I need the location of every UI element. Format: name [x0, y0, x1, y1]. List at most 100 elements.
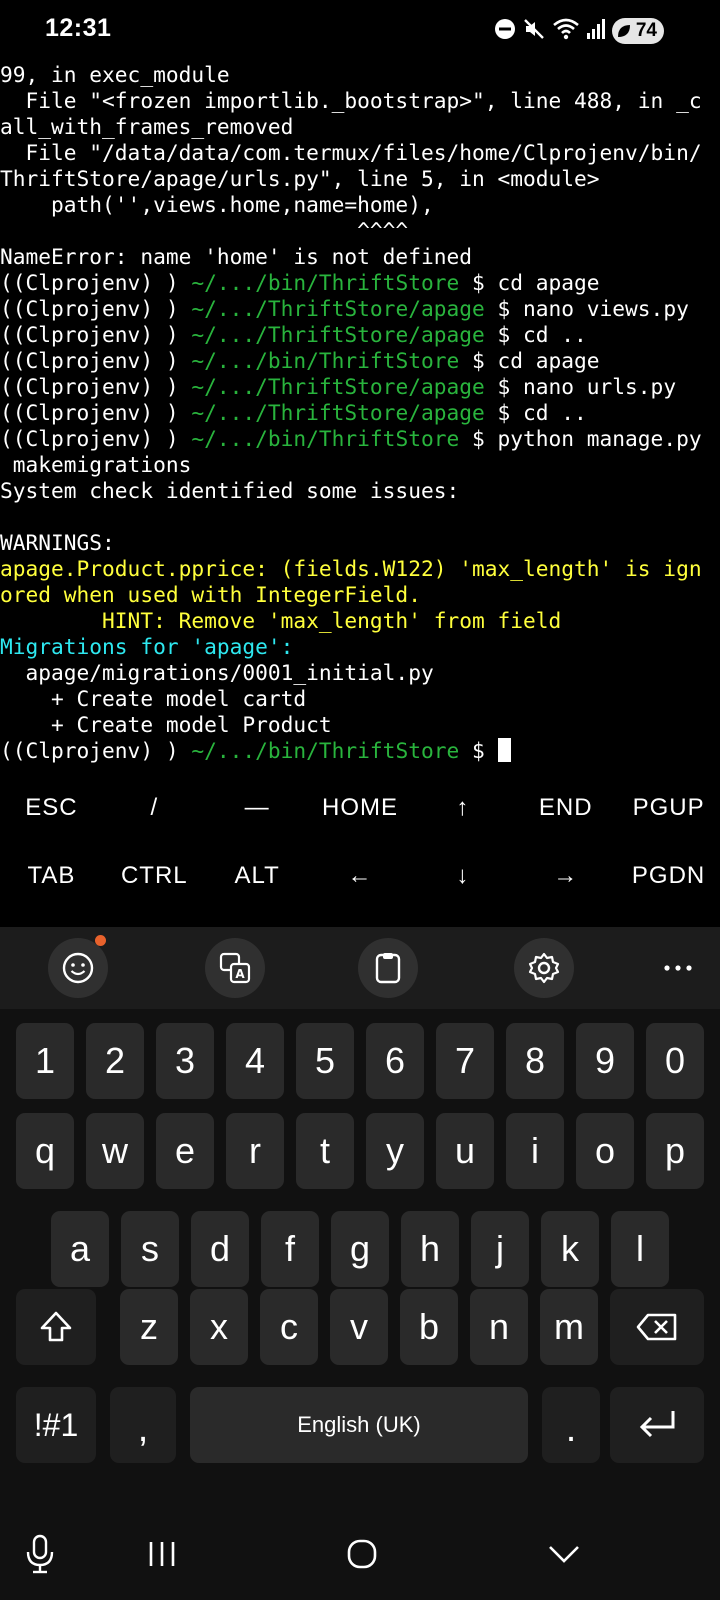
key-8[interactable]: 8 [506, 1023, 564, 1099]
key-1[interactable]: 1 [16, 1023, 74, 1099]
terminal-line: + Create model Product [0, 712, 720, 738]
extra-key[interactable]: ALT [206, 842, 309, 910]
key-g[interactable]: g [331, 1211, 389, 1287]
key-i[interactable]: i [506, 1113, 564, 1189]
key-y[interactable]: y [366, 1113, 424, 1189]
key-e[interactable]: e [156, 1113, 214, 1189]
comma-key[interactable]: , [110, 1387, 176, 1463]
symbols-key[interactable]: !#1 [16, 1387, 96, 1463]
prompt-path: ~/.../bin/ThriftStore [191, 270, 460, 295]
terminal-text: ((Clprojenv) ) [0, 322, 192, 347]
extra-key[interactable]: ESC [0, 774, 103, 842]
translate-button[interactable]: A [205, 938, 265, 998]
key-j[interactable]: j [471, 1211, 529, 1287]
enter-key[interactable] [610, 1387, 704, 1463]
terminal-line: apage.Product.pprice: (fields.W122) 'max… [0, 556, 720, 582]
terminal-text: ((Clprojenv) ) [0, 426, 192, 451]
voice-input-button[interactable] [18, 1532, 62, 1576]
key-x[interactable]: x [190, 1289, 248, 1365]
extra-key[interactable]: PGUP [617, 774, 720, 842]
key-0[interactable]: 0 [646, 1023, 704, 1099]
key-o[interactable]: o [576, 1113, 634, 1189]
terminal-line: ((Clprojenv) ) ~/.../bin/ThriftStore $ p… [0, 426, 720, 452]
extra-key[interactable]: / [103, 774, 206, 842]
key-h[interactable]: h [401, 1211, 459, 1287]
key-l[interactable]: l [611, 1211, 669, 1287]
home-button[interactable] [340, 1532, 384, 1576]
clipboard-button[interactable] [358, 938, 418, 998]
key-u[interactable]: u [436, 1113, 494, 1189]
svg-text:A: A [235, 967, 245, 981]
terminal-text: $ cd .. [484, 322, 587, 347]
settings-button[interactable] [514, 938, 574, 998]
prompt-path: ~/.../ThriftStore/apage [191, 322, 485, 347]
extra-key[interactable]: PGDN [617, 842, 720, 910]
key-6[interactable]: 6 [366, 1023, 424, 1099]
key-q[interactable]: q [16, 1113, 74, 1189]
terminal-text: $ cd apage [459, 270, 600, 295]
key-s[interactable]: s [121, 1211, 179, 1287]
shift-key[interactable] [16, 1289, 96, 1365]
key-7[interactable]: 7 [436, 1023, 494, 1099]
wifi-icon [552, 17, 580, 46]
extra-key[interactable]: HOME [309, 774, 412, 842]
emoji-button[interactable] [48, 935, 108, 998]
terminal-output[interactable]: 99, in exec_module File "<frozen importl… [0, 62, 720, 787]
key-t[interactable]: t [296, 1113, 354, 1189]
clipboard-icon [375, 953, 401, 984]
extra-key[interactable]: END [514, 774, 617, 842]
key-4[interactable]: 4 [226, 1023, 284, 1099]
terminal-text: File "/data/data/com.termux/files/home/C… [0, 140, 702, 165]
shift-icon [40, 1311, 72, 1342]
prompt-path: ~/.../bin/ThriftStore [191, 738, 460, 763]
terminal-text: System check identified some issues: [0, 478, 460, 503]
backspace-key[interactable] [610, 1289, 704, 1365]
key-f[interactable]: f [261, 1211, 319, 1287]
terminal-line: HINT: Remove 'max_length' from field [0, 608, 720, 634]
extra-key[interactable]: — [206, 774, 309, 842]
soft-keyboard: !#1 , English (UK) . 1234567890 qwertyuio… [0, 1009, 720, 1512]
key-n[interactable]: n [470, 1289, 528, 1365]
key-k[interactable]: k [541, 1211, 599, 1287]
prompt-path: ~/.../bin/ThriftStore [191, 348, 460, 373]
key-z[interactable]: z [120, 1289, 178, 1365]
key-p[interactable]: p [646, 1113, 704, 1189]
extra-key[interactable]: TAB [0, 842, 103, 910]
space-key[interactable]: English (UK) [190, 1387, 528, 1463]
key-5[interactable]: 5 [296, 1023, 354, 1099]
key-b[interactable]: b [400, 1289, 458, 1365]
terminal-text: ((Clprojenv) ) [0, 348, 192, 373]
more-options-button[interactable] [648, 957, 708, 979]
key-d[interactable]: d [191, 1211, 249, 1287]
key-v[interactable]: v [330, 1289, 388, 1365]
status-icons: 74 [494, 16, 664, 46]
extra-key[interactable]: → [514, 842, 617, 910]
period-key[interactable]: . [542, 1387, 600, 1463]
key-w[interactable]: w [86, 1113, 144, 1189]
extra-key[interactable]: ↑ [411, 774, 514, 842]
key-9[interactable]: 9 [576, 1023, 634, 1099]
extra-key[interactable]: ← [309, 842, 412, 910]
navigation-bar [0, 1512, 720, 1600]
key-3[interactable]: 3 [156, 1023, 214, 1099]
key-c[interactable]: c [260, 1289, 318, 1365]
extra-key[interactable]: CTRL [103, 842, 206, 910]
extra-keys-row-2: TAB CTRL ALT ← ↓ → PGDN [0, 842, 720, 910]
key-a[interactable]: a [51, 1211, 109, 1287]
key-2[interactable]: 2 [86, 1023, 144, 1099]
key-r[interactable]: r [226, 1113, 284, 1189]
terminal-text: apage.Product.pprice: (fields.W122) 'max… [0, 556, 702, 581]
hide-keyboard-button[interactable] [542, 1532, 586, 1576]
recent-apps-button[interactable] [140, 1532, 184, 1576]
extra-key[interactable]: ↓ [411, 842, 514, 910]
power-saving-icon [618, 25, 630, 37]
terminal-line: ((Clprojenv) ) ~/.../bin/ThriftStore $ c… [0, 270, 720, 296]
translate-icon: A [219, 952, 251, 984]
prompt-path: ~/.../ThriftStore/apage [191, 400, 485, 425]
terminal-line: ((Clprojenv) ) ~/.../ThriftStore/apage $… [0, 322, 720, 348]
terminal-text: $ cd .. [484, 400, 587, 425]
do-not-disturb-icon [494, 18, 516, 45]
key-m[interactable]: m [540, 1289, 598, 1365]
terminal-line: ^^^^ [0, 218, 720, 244]
terminal-line: ThriftStore/apage/urls.py", line 5, in <… [0, 166, 720, 192]
